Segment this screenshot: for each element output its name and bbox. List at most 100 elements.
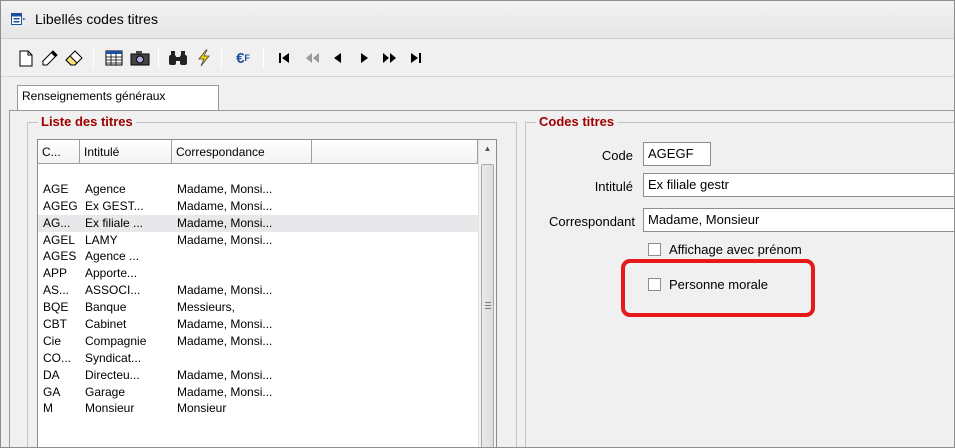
list-cell-correspondance: Madame, Monsi...	[177, 232, 273, 247]
list-cell-intitule: Syndicat...	[85, 350, 142, 365]
last-record-icon[interactable]	[405, 47, 427, 69]
pencil-icon[interactable]	[39, 47, 61, 69]
list-cell-intitule: ASSOCI...	[85, 283, 141, 298]
list-item[interactable]	[38, 164, 479, 181]
column-header-code[interactable]: C...	[38, 140, 80, 164]
previous-icon[interactable]	[327, 47, 349, 69]
eraser-icon[interactable]	[63, 47, 85, 69]
list-header: C... Intitulé Correspondance	[38, 140, 478, 164]
column-header-intitule[interactable]: Intitulé	[80, 140, 172, 164]
list-item[interactable]: AGEG Ex GEST... Madame, Monsi...	[38, 198, 479, 215]
list-cell-correspondance	[172, 248, 312, 265]
list-cell-intitule: Compagnie	[85, 333, 147, 348]
correspondant-label: Correspondant	[549, 214, 635, 229]
code-field[interactable]: AGEGF	[643, 142, 711, 166]
codes-group-title: Codes titres	[536, 114, 618, 129]
list-cell-code	[38, 164, 80, 181]
list-cell-code: APP	[43, 266, 68, 281]
list-cell-intitule: Banque	[85, 300, 127, 315]
list-cell-correspondance: Madame, Monsi...	[177, 317, 273, 332]
list-cell-intitule: Garage	[85, 384, 126, 399]
title-bar: Libellés codes titres	[1, 1, 954, 39]
list-cell-intitule: Apporte...	[85, 266, 138, 281]
list-cell-code: AG...	[43, 215, 71, 230]
toolbar: € F	[1, 39, 954, 77]
list-cell-intitule: Agence	[85, 181, 126, 196]
list-cell-code: CBT	[43, 317, 67, 332]
list-cell-code: AGE	[43, 181, 69, 196]
list-cell-correspondance	[172, 265, 312, 282]
column-header-correspondance[interactable]: Correspondance	[172, 140, 312, 164]
camera-icon[interactable]	[129, 47, 151, 69]
list-cell-correspondance	[172, 350, 312, 367]
list-cell-correspondance: Madame, Monsi...	[177, 367, 273, 382]
list-cell-code: CO...	[43, 350, 72, 365]
tab-renseignements-generaux[interactable]: Renseignements généraux	[17, 85, 219, 111]
list-cell-correspondance	[172, 164, 312, 181]
correspondant-field[interactable]: Madame, Monsieur	[643, 208, 954, 232]
list-cell-correspondance: Messieurs,	[177, 300, 236, 315]
scroll-up-icon[interactable]: ▲	[479, 140, 496, 157]
list-cell-correspondance: Madame, Monsi...	[177, 333, 273, 348]
list-group-title: Liste des titres	[38, 114, 136, 129]
first-record-icon[interactable]	[273, 47, 295, 69]
titles-list[interactable]: C... Intitulé Correspondance AGE Agence Ma…	[37, 139, 497, 447]
list-cell-code: AGES	[43, 249, 77, 264]
list-cell-code: Cie	[43, 333, 62, 348]
list-cell-intitule: Agence ...	[85, 249, 140, 264]
list-item[interactable]: AGES Agence ...	[38, 248, 479, 265]
list-cell-correspondance: Madame, Monsi...	[177, 215, 273, 230]
list-body: AGE Agence Madame, Monsi... AGEG Ex GEST... M…	[38, 164, 479, 417]
next-icon[interactable]	[353, 47, 375, 69]
checkbox-box[interactable]	[648, 243, 661, 256]
tab-strip: Renseignements généraux	[1, 77, 954, 111]
intitule-label: Intitulé	[594, 179, 633, 194]
list-cell-code: BQE	[43, 300, 69, 315]
euro-currency-icon[interactable]: € F	[229, 47, 257, 69]
lightning-icon[interactable]	[193, 47, 215, 69]
list-cell-code: GA	[43, 384, 61, 399]
list-item[interactable]: AGEL LAMY Madame, Monsi...	[38, 232, 479, 249]
rewind-icon[interactable]	[301, 47, 323, 69]
column-header-empty	[312, 140, 478, 164]
intitule-field[interactable]: Ex filiale gestr	[643, 173, 954, 197]
grid-icon[interactable]	[103, 47, 125, 69]
list-item[interactable]: M Monsieur Monsieur	[38, 400, 479, 417]
list-cell-code: DA	[43, 367, 60, 382]
list-cell-intitule	[80, 164, 172, 181]
affichage-avec-prenom-checkbox[interactable]: Affichage avec prénom	[648, 242, 802, 257]
list-cell-code: AGEL	[43, 232, 76, 247]
affichage-avec-prenom-label: Affichage avec prénom	[669, 242, 802, 257]
binoculars-icon[interactable]	[167, 47, 189, 69]
list-cell-correspondance: Madame, Monsi...	[177, 198, 273, 213]
list-cell-code: AGEG	[43, 198, 78, 213]
list-cell-correspondance: Madame, Monsi...	[177, 181, 273, 196]
list-item[interactable]: DA Directeu... Madame, Monsi...	[38, 367, 479, 384]
list-cell-intitule: Ex GEST...	[85, 198, 144, 213]
list-cell-intitule: Ex filiale ...	[85, 215, 144, 230]
list-cell-intitule: LAMY	[85, 232, 118, 247]
list-item[interactable]: APP Apporte...	[38, 265, 479, 282]
code-label: Code	[601, 148, 633, 163]
list-item[interactable]: AGE Agence Madame, Monsi...	[38, 181, 479, 198]
list-cell-intitule: Directeu...	[85, 367, 140, 382]
list-cell-code: M	[43, 401, 53, 416]
list-item[interactable]: CBT Cabinet Madame, Monsi...	[38, 316, 479, 333]
list-item[interactable]: CO... Syndicat...	[38, 350, 479, 367]
main-window: Libellés codes titres € F Renseignements…	[0, 0, 955, 448]
list-item[interactable]: AG... Ex filiale ... Madame, Monsi...	[38, 214, 479, 232]
list-cell-correspondance: Monsieur	[177, 401, 227, 416]
list-cell-correspondance: Madame, Monsi...	[177, 283, 273, 298]
vertical-scrollbar[interactable]: ▲	[478, 140, 496, 447]
list-cell-code: AS...	[43, 283, 70, 298]
list-item[interactable]: Cie Compagnie Madame, Monsi...	[38, 333, 479, 350]
list-item[interactable]: BQE Banque Messieurs,	[38, 299, 479, 316]
list-item[interactable]: GA Garage Madame, Monsi...	[38, 384, 479, 401]
fast-forward-icon[interactable]	[379, 47, 401, 69]
new-document-icon[interactable]	[15, 47, 37, 69]
app-icon	[11, 13, 26, 25]
list-item[interactable]: AS... ASSOCI... Madame, Monsi...	[38, 282, 479, 299]
scroll-thumb[interactable]	[481, 164, 494, 447]
red-highlight-annotation	[621, 259, 815, 317]
list-cell-intitule: Cabinet	[85, 317, 127, 332]
